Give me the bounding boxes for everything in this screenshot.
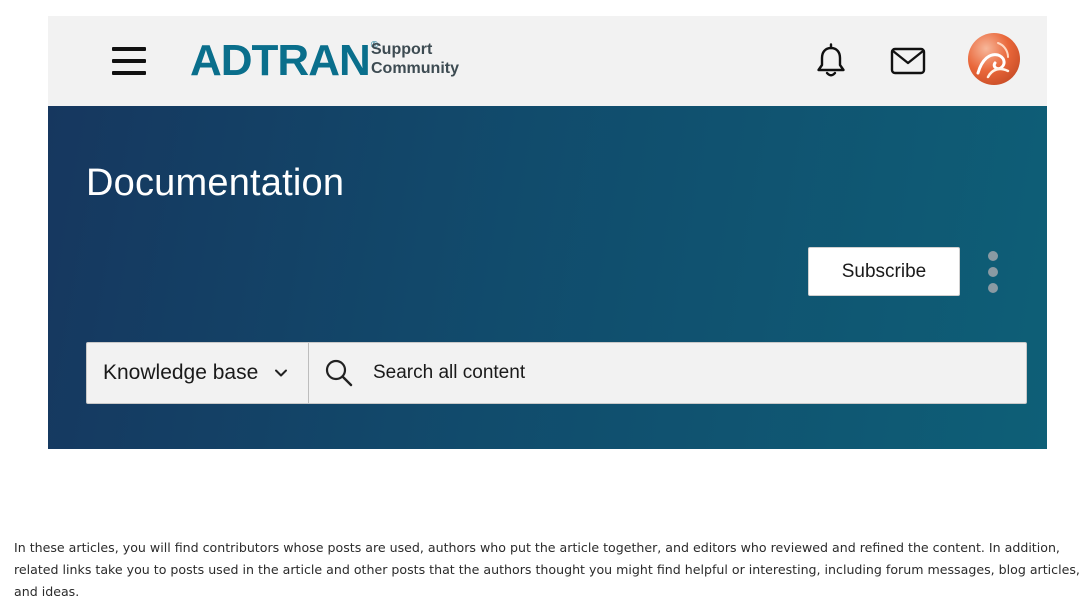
chevron-down-icon (274, 366, 288, 380)
mail-icon (890, 47, 926, 75)
page-frame: ADTRAN ® Support Community Documentation… (48, 16, 1047, 449)
hamburger-line (112, 71, 146, 75)
search-bar: Knowledge base (86, 342, 1027, 404)
hamburger-line (112, 47, 146, 51)
search-input[interactable] (371, 361, 975, 385)
messages-button[interactable] (889, 42, 927, 80)
kebab-dot (988, 283, 998, 293)
top-navigation-bar: ADTRAN ® Support Community (48, 16, 1047, 106)
bell-icon (817, 43, 845, 77)
subscribe-button[interactable]: Subscribe (808, 247, 960, 296)
search-icon (323, 357, 355, 389)
avatar-image (976, 42, 1010, 79)
adtran-logo[interactable]: ADTRAN ® (190, 36, 378, 86)
kebab-dot (988, 251, 998, 261)
notifications-button[interactable] (812, 42, 850, 80)
tagline-line-1: Support (371, 41, 433, 58)
logo-tagline: Support Community (371, 40, 459, 78)
search-scope-value: Knowledge base (103, 361, 259, 384)
tagline-line-2: Community (371, 60, 459, 77)
intro-paragraph: In these articles, you will find contrib… (14, 540, 1080, 599)
logo-wordmark: ADTRAN (190, 36, 371, 85)
page-title: Documentation (86, 162, 345, 204)
kebab-dot (988, 267, 998, 277)
hamburger-menu-icon[interactable] (112, 46, 146, 76)
search-field (309, 343, 1026, 403)
hero-banner: Documentation Subscribe Knowledge base (48, 106, 1047, 449)
avatar[interactable] (968, 33, 1020, 85)
search-scope-dropdown[interactable]: Knowledge base (87, 343, 309, 403)
kebab-menu-icon[interactable] (986, 251, 1000, 295)
hamburger-line (112, 59, 146, 63)
